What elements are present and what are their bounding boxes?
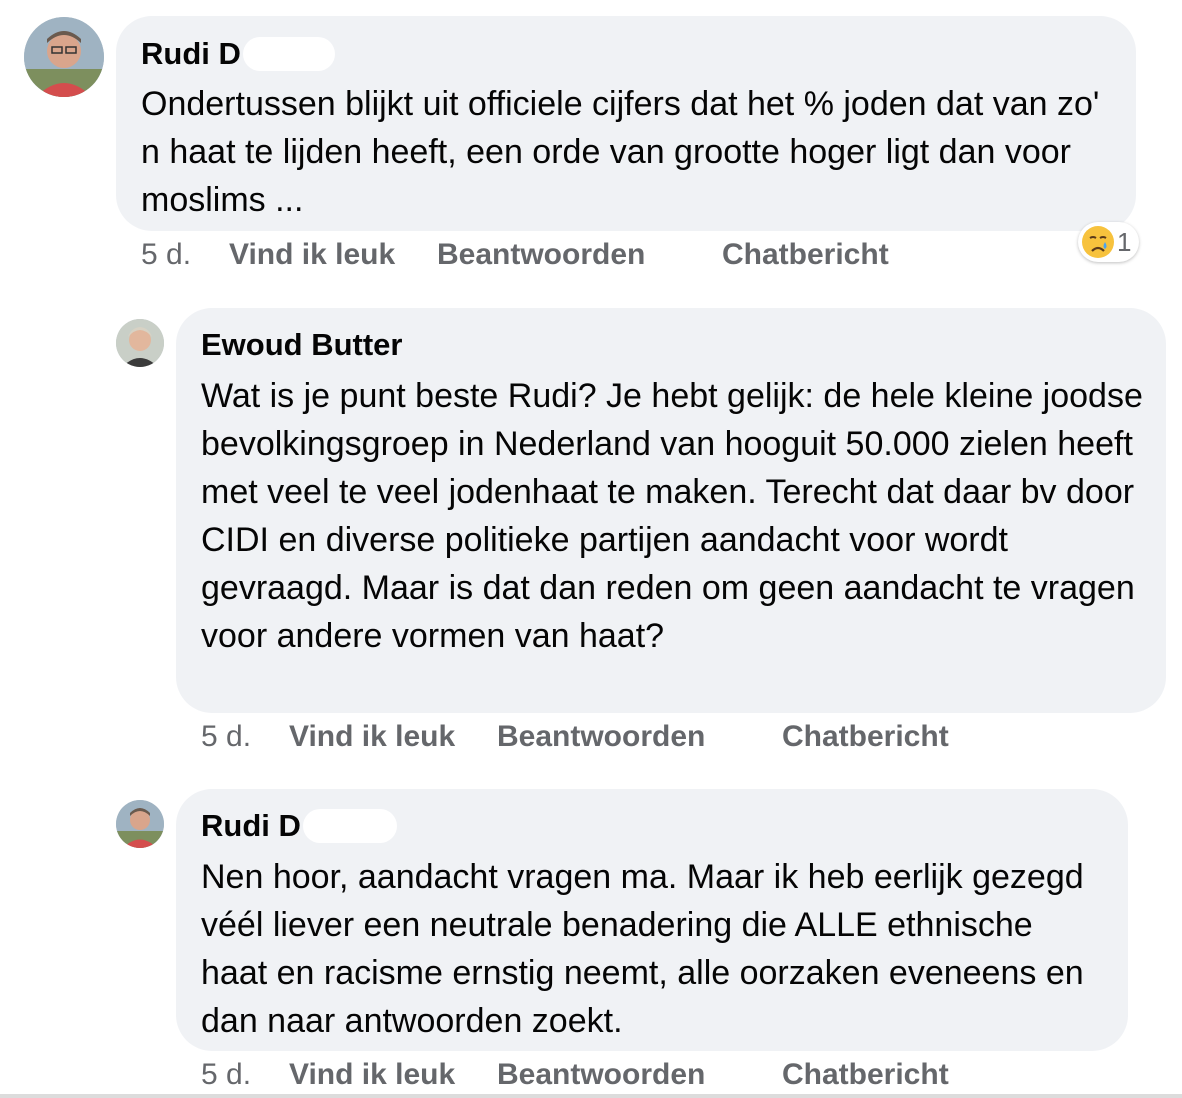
like-button[interactable]: Vind ik leuk: [289, 1057, 455, 1093]
author-name[interactable]: Ewoud Butter: [201, 327, 403, 363]
comment-text: Nen hoor, aandacht vragen ma. Maar ik he…: [201, 858, 1084, 1040]
chat-button[interactable]: Chatbericht: [722, 237, 889, 273]
comment-bubble: Rudi D Nen hoor, aandacht vragen ma. Maa…: [176, 789, 1128, 1051]
comment-bubble: Ewoud Butter Wat is je punt beste Rudi? …: [176, 308, 1166, 713]
reply-button[interactable]: Beantwoorden: [497, 719, 705, 755]
reaction-badge[interactable]: 1: [1078, 222, 1140, 262]
sad-cry-emoji-icon: [1082, 226, 1114, 258]
author-name[interactable]: Rudi D: [201, 808, 301, 844]
author-name[interactable]: Rudi D: [141, 36, 241, 72]
comment-author[interactable]: Rudi D: [201, 808, 1108, 844]
comment-text: Ondertussen blijkt uit officiele cijfers…: [141, 85, 1100, 219]
avatar[interactable]: [116, 800, 164, 848]
like-button[interactable]: Vind ik leuk: [229, 237, 395, 273]
comment-timestamp[interactable]: 5 d.: [141, 237, 191, 273]
comment-timestamp[interactable]: 5 d.: [201, 1057, 251, 1093]
avatar[interactable]: [116, 319, 164, 367]
comment-author[interactable]: Rudi D: [141, 36, 1112, 72]
divider: [0, 1094, 1182, 1098]
profile-photo-icon: [116, 319, 164, 367]
comment-author[interactable]: Ewoud Butter: [201, 327, 1146, 363]
comment-actions: 5 d. Vind ik leuk Beantwoorden Chatberic…: [141, 237, 941, 273]
profile-photo-icon: [24, 17, 104, 97]
reply-button[interactable]: Beantwoorden: [437, 237, 645, 273]
comment-actions: 5 d. Vind ik leuk Beantwoorden Chatberic…: [201, 1057, 1001, 1093]
chat-button[interactable]: Chatbericht: [782, 719, 949, 755]
comment-bubble: Rudi D Ondertussen blijkt uit officiele …: [116, 16, 1136, 231]
profile-photo-icon: [116, 800, 164, 848]
redacted-surname: [242, 37, 335, 71]
comment-timestamp[interactable]: 5 d.: [201, 719, 251, 755]
comment-actions: 5 d. Vind ik leuk Beantwoorden Chatberic…: [201, 719, 1001, 755]
comment-text: Wat is je punt beste Rudi? Je hebt gelij…: [201, 377, 1143, 655]
reply-button[interactable]: Beantwoorden: [497, 1057, 705, 1093]
redacted-surname: [302, 809, 397, 843]
chat-button[interactable]: Chatbericht: [782, 1057, 949, 1093]
reaction-count: 1: [1117, 226, 1132, 257]
like-button[interactable]: Vind ik leuk: [289, 719, 455, 755]
avatar[interactable]: [24, 17, 104, 97]
